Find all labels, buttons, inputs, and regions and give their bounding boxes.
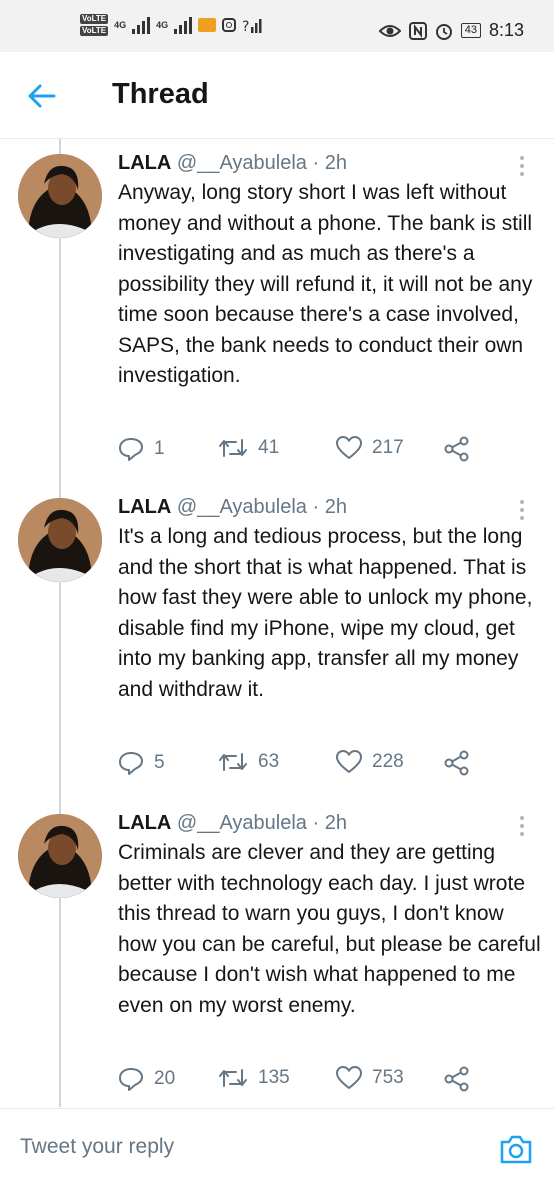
tweet-header: LALA @__Ayabulela · 2h [118,152,347,175]
retweet-count: 41 [258,437,280,458]
reply-count: 20 [154,1068,176,1089]
tweet-header: LALA @__Ayabulela · 2h [118,496,347,519]
tweet-time: · 2h [312,812,347,834]
volte-badges: VoLTE VoLTE [80,14,109,36]
wifi-icon: ? [242,19,262,34]
retweet-button[interactable]: 41 [218,436,279,460]
avatar-image [18,498,102,582]
tweet-1[interactable]: LALA @__Ayabulela · 2h Anyway, long stor… [0,140,554,480]
avatar-image [18,814,102,898]
tweet-actions: 20 135 753 [118,1066,538,1096]
author-name[interactable]: LALA [118,812,171,834]
tweet-actions: 1 41 217 [118,436,538,466]
reply-icon [119,438,143,461]
share-button[interactable] [444,436,470,462]
share-button[interactable] [444,750,470,776]
status-bar-right: 43 8:13 [378,20,524,41]
tweet-text: Criminals are clever and they are gettin… [118,841,541,1017]
tweet-time: · 2h [312,152,347,174]
reply-icon [119,1068,143,1091]
retweet-icon [219,1069,247,1087]
tweet-time: · 2h [312,496,347,518]
retweet-count: 63 [258,751,280,772]
svg-text:?: ? [242,19,249,34]
share-icon [444,750,469,776]
reply-bar: Tweet your reply [0,1108,554,1187]
like-button[interactable]: 217 [336,436,404,460]
share-icon [444,436,469,462]
avatar-image [18,154,102,238]
retweet-count: 135 [258,1067,290,1088]
reply-button[interactable]: 20 [118,1066,175,1092]
retweet-icon [219,753,247,771]
heart-icon [336,750,362,773]
avatar[interactable] [18,498,102,582]
author-handle[interactable]: @__Ayabulela [177,152,307,174]
notification-icon [198,18,217,32]
author-handle[interactable]: @__Ayabulela [177,496,307,518]
tweet-3[interactable]: LALA @__Ayabulela · 2h Criminals are cle… [0,800,554,1100]
volte-badge-1: VoLTE [80,14,109,24]
header: Thread [0,52,554,139]
reply-input[interactable]: Tweet your reply [20,1135,174,1159]
author-name[interactable]: LALA [118,152,171,174]
share-icon [444,1066,469,1092]
status-bar: VoLTE VoLTE 4G 4G ? 43 8:13 [0,0,554,52]
tweet-actions: 5 63 228 [118,750,538,780]
signal-icon-2 [174,16,193,34]
like-count: 217 [372,437,404,458]
camera-icon[interactable] [498,1131,534,1167]
network-type-2: 4G [156,20,169,30]
tweet-header: LALA @__Ayabulela · 2h [118,812,347,835]
more-options-icon[interactable] [512,814,532,838]
reply-icon [119,752,143,775]
heart-icon [336,436,362,459]
more-options-icon[interactable] [512,498,532,522]
like-count: 228 [372,751,404,772]
tweet-2[interactable]: LALA @__Ayabulela · 2h It's a long and t… [0,484,554,784]
nfc-icon [408,21,427,40]
retweet-icon [219,439,247,457]
back-arrow-icon[interactable] [24,78,60,114]
signal-icon [132,16,151,34]
battery-level: 43 [460,23,481,38]
author-name[interactable]: LALA [118,496,171,518]
network-type-1: 4G [114,20,127,30]
retweet-button[interactable]: 135 [218,1066,290,1090]
page-title: Thread [112,78,209,110]
instagram-icon [222,18,237,32]
heart-icon [336,1066,362,1089]
alarm-icon [435,23,452,40]
avatar[interactable] [18,814,102,898]
more-options-icon[interactable] [512,154,532,178]
eye-icon [378,24,401,37]
status-bar-left: VoLTE VoLTE 4G 4G ? [80,14,264,36]
like-button[interactable]: 753 [336,1066,404,1090]
volte-badge-2: VoLTE [80,26,109,36]
reply-button[interactable]: 5 [118,750,165,776]
clock: 8:13 [488,20,524,40]
like-count: 753 [372,1067,404,1088]
author-handle[interactable]: @__Ayabulela [177,812,307,834]
reply-button[interactable]: 1 [118,436,165,462]
retweet-button[interactable]: 63 [218,750,279,774]
reply-count: 1 [154,438,165,459]
tweet-text: It's a long and tedious process, but the… [118,525,533,701]
tweet-text: Anyway, long story short I was left with… [118,181,533,387]
like-button[interactable]: 228 [336,750,404,774]
avatar[interactable] [18,154,102,238]
share-button[interactable] [444,1066,470,1092]
reply-count: 5 [154,752,165,773]
